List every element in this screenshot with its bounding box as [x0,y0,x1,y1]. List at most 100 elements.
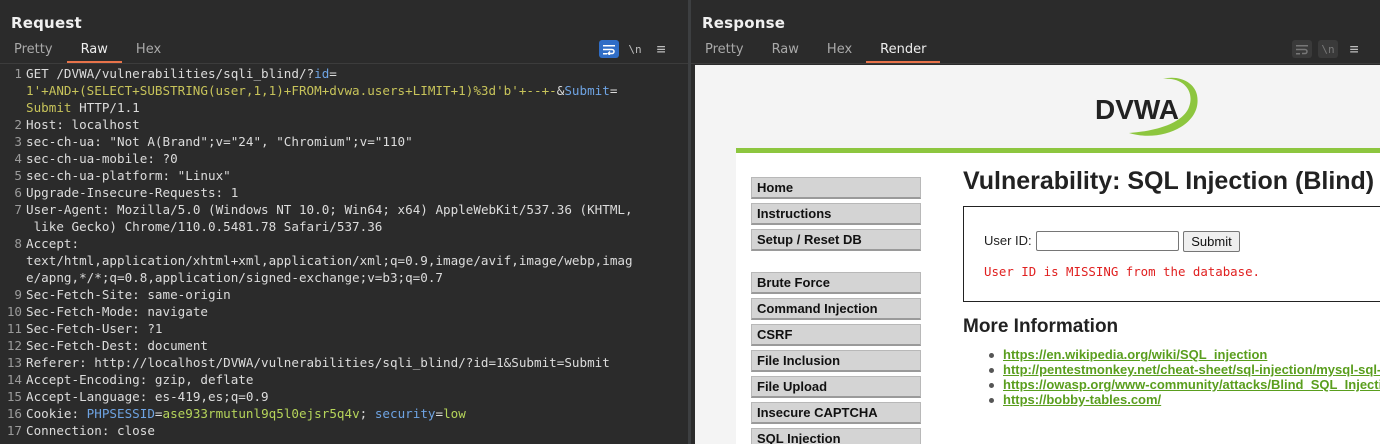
code-token: e/apng,*/*;q=0.8,application/signed-exch… [26,270,444,285]
line-number: 9 [14,287,22,302]
line-number: 11 [6,321,22,336]
userid-input[interactable] [1036,231,1179,251]
menu-item-brute-force[interactable]: Brute Force [751,272,921,294]
code-text: Submit HTTP/1.1 [26,99,140,116]
code-line: 12 Sec-Fetch-Dest: document [0,337,688,354]
link-pentestmonkey[interactable]: http://pentestmonkey.net/cheat-sheet/sql… [989,362,1380,377]
code-text: GET /DVWA/vulnerabilities/sqli_blind/?id… [26,65,337,82]
line-number: 10 [6,304,22,319]
response-tab-hex[interactable]: Hex [813,38,866,63]
link-wikipedia[interactable]: https://en.wikipedia.org/wiki/SQL_inject… [989,347,1380,362]
code-line: 17 Connection: close [0,422,688,439]
menu-item-csrf[interactable]: CSRF [751,324,921,346]
code-token: = [154,406,163,421]
submit-button[interactable]: Submit [1183,231,1240,252]
code-text: Accept-Encoding: gzip, deflate [26,371,253,388]
response-tab-render[interactable]: Render [866,38,941,63]
line-number: 7 [14,202,22,217]
response-tab-raw[interactable]: Raw [758,38,813,63]
code-line: 3 sec-ch-ua: "Not A(Brand";v="24", "Chrom… [0,133,688,150]
word-wrap-icon[interactable] [599,40,619,58]
line-number [0,99,26,116]
code-token: PHPSESSID [86,406,155,421]
code-line: e/apng,*/*;q=0.8,application/signed-exch… [0,269,688,286]
request-tab-raw[interactable]: Raw [66,38,123,63]
code-line: 16 Cookie: PHPSESSID=ase933rmutunl9q5l0ej… [0,405,688,422]
code-token: Sec-Fetch-Site: [26,287,148,302]
request-tab-hex[interactable]: Hex [122,38,175,63]
dvwa-main: Vulnerability: SQL Injection (Blind) Use… [963,153,1380,407]
code-token: Submit [26,100,72,115]
menu-icon[interactable]: ≡ [651,40,671,58]
line-number: 3 [14,134,22,149]
error-message: User ID is MISSING from the database. [984,264,1261,279]
code-token: = [329,66,337,81]
code-token: localhost [71,117,140,132]
code-text: 1'+AND+(SELECT+SUBSTRING(user,1,1)+FROM+… [26,82,617,99]
request-tabs: Pretty Raw Hex [0,38,175,63]
vulnerable-code-box: User ID: Submit User ID is MISSING from … [963,206,1380,302]
link-owasp[interactable]: https://owasp.org/www-community/attacks/… [989,377,1380,392]
code-line: 15 Accept-Language: es-419,es;q=0.9 [0,388,688,405]
code-text: Sec-Fetch-Mode: navigate [26,303,208,320]
dvwa-header [736,65,1380,148]
request-pane: Request Pretty Raw Hex \n ≡ 1 GET /DVWA/v… [0,0,688,444]
link-bobby-tables[interactable]: https://bobby-tables.com/ [989,392,1380,407]
code-token: User-Agent: [26,202,117,217]
menu-icon[interactable]: ≡ [1344,40,1364,58]
newline-icon[interactable]: \n [625,40,645,58]
more-info-links: https://en.wikipedia.org/wiki/SQL_inject… [963,347,1380,407]
code-token: security [374,406,436,421]
code-token: sec-ch-ua: [26,134,110,149]
code-token: gzip, deflate [154,372,254,387]
code-token: document [147,338,208,353]
code-token: 1 [230,185,239,200]
code-text: Sec-Fetch-Site: same-origin [26,286,231,303]
line-number: 2 [14,117,22,132]
line-number: 17 [6,423,22,438]
code-line: 8 Accept: [0,235,688,252]
code-token: Sec-Fetch-Mode: [26,304,148,319]
dvwa-logo: DVWA [1095,77,1198,136]
code-token: = [435,406,444,421]
menu-item-file-inclusion[interactable]: File Inclusion [751,350,921,372]
request-editor[interactable]: 1 GET /DVWA/vulnerabilities/sqli_blind/?i… [0,65,688,444]
code-text: text/html,application/xhtml+xml,applicat… [26,252,633,269]
request-tab-pretty[interactable]: Pretty [0,38,67,63]
menu-item-instructions[interactable]: Instructions [751,203,921,225]
menu-item-command-injection[interactable]: Command Injection [751,298,921,320]
code-line: Submit HTTP/1.1 [0,99,688,116]
code-token: GET /DVWA/vulnerabilities/sqli_blind/? [26,66,315,81]
userid-label: User ID: [984,233,1032,248]
code-line: 1 GET /DVWA/vulnerabilities/sqli_blind/?i… [0,65,688,82]
menu-item-home[interactable]: Home [751,177,921,199]
code-line: 11 Sec-Fetch-User: ?1 [0,320,688,337]
code-token: "Not A(Brand";v="24", "Chromium";v="110" [109,134,413,149]
code-token: Referer: [26,355,95,370]
code-token: text/html,application/xhtml+xml,applicat… [26,253,633,268]
menu-item-setup[interactable]: Setup / Reset DB [751,229,921,251]
response-tabs: Pretty Raw Hex Render [691,38,941,63]
line-number: 8 [14,236,22,251]
code-token: close [117,423,155,438]
menu-item-sql-injection[interactable]: SQL Injection [751,428,921,444]
request-title: Request [11,14,82,32]
response-tab-pretty[interactable]: Pretty [691,38,758,63]
code-line: 1'+AND+(SELECT+SUBSTRING(user,1,1)+FROM+… [0,82,688,99]
menu-item-file-upload[interactable]: File Upload [751,376,921,398]
code-text: sec-ch-ua: "Not A(Brand";v="24", "Chromi… [26,133,413,150]
code-token: ?0 [162,151,178,166]
code-line: 2 Host: localhost [0,116,688,133]
dvwa-body: Home Instructions Setup / Reset DB Brute… [736,153,1380,444]
code-line: 4 sec-ch-ua-mobile: ?0 [0,150,688,167]
code-token: Accept-Encoding: [26,372,155,387]
code-token: 1'+AND+(SELECT+SUBSTRING(user,1,1)+FROM+… [26,83,557,98]
word-wrap-icon [1292,40,1312,58]
line-number: 6 [14,185,22,200]
newline-icon: \n [1318,40,1338,58]
menu-item-insecure-captcha[interactable]: Insecure CAPTCHA [751,402,921,424]
code-token: Connection: [26,423,117,438]
code-token: Sec-Fetch-Dest: [26,338,148,353]
code-line: like Gecko) Chrome/110.0.5481.78 Safari/… [0,218,688,235]
code-token: like Gecko) Chrome/110.0.5481.78 Safari/… [26,219,383,234]
